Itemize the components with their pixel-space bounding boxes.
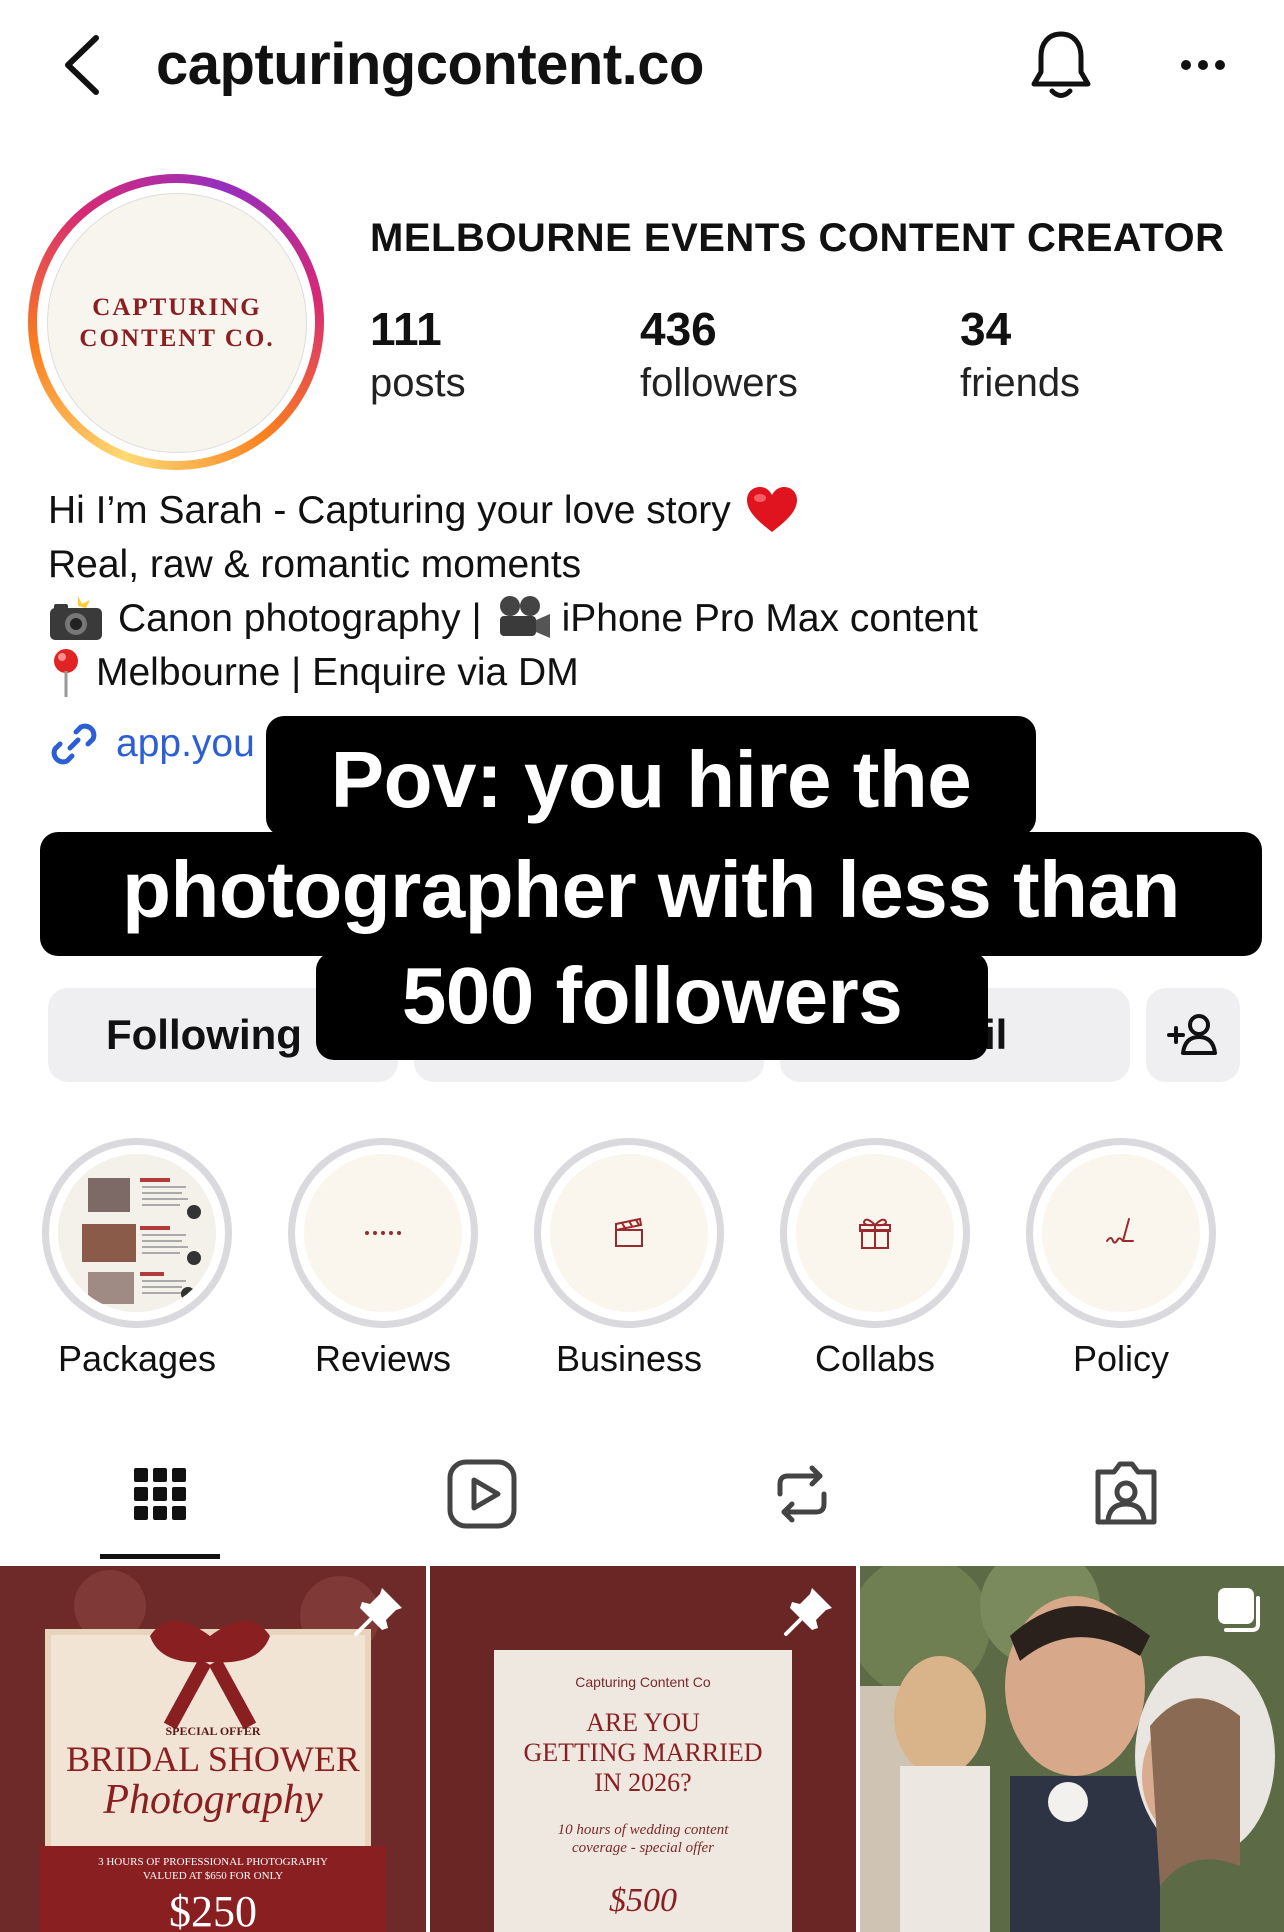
caption-line2: photographer with less than [122,845,1180,934]
profile-username: capturingcontent.co [156,32,704,97]
highlight-reviews[interactable]: Reviews [288,1138,478,1379]
pin-icon [784,1588,832,1636]
packages-collage [58,1154,216,1312]
posts-count[interactable]: 111 posts [370,300,466,408]
add-friend-button[interactable] [1146,988,1240,1082]
movie-camera-icon [499,596,550,638]
camera-flash-icon [50,596,102,640]
bio-line: Canon photography | [118,597,482,640]
post-title-line2: GETTING MARRIED [523,1738,763,1767]
bio-line: iPhone Pro Max content [561,597,978,640]
highlight-packages[interactable]: Packages [42,1138,232,1379]
more-options-icon[interactable] [1178,50,1228,80]
pin-icon [54,649,78,697]
post-script-title: Photography [103,1777,323,1823]
post-kicker: SPECIAL OFFER [165,1724,261,1738]
active-tab-indicator [100,1554,220,1559]
stat-label: friends [960,361,1081,405]
back-arrow-icon[interactable] [58,30,108,100]
caption-line1: Pov: you hire the [330,735,972,824]
stat-label: followers [640,361,798,405]
highlight-label: Policy [1072,1338,1170,1379]
post-details-line2: VALUED AT $650 FOR ONLY [142,1870,284,1882]
stat-value: 111 [370,303,442,355]
dots-icon [365,1231,401,1235]
post-getting-married[interactable]: Capturing Content Co ARE YOU GETTING MAR… [430,1566,856,1932]
post-title: BRIDAL SHOWER [66,1739,360,1779]
pin-icon [354,1588,402,1636]
highlight-label: Reviews [314,1338,452,1379]
post-wedding-photo[interactable] [860,1566,1284,1932]
post-title-line3: IN 2026? [594,1768,692,1797]
followers-count[interactable]: 436 followers [640,300,798,408]
carousel-icon [1218,1588,1260,1632]
highlight-policy[interactable]: Policy [1026,1138,1216,1379]
highlight-label: Business [555,1338,703,1379]
stat-value: 436 [640,303,717,355]
post-price: $250 [169,1887,257,1932]
highlight-business[interactable]: Business [534,1138,724,1379]
highlight-label: Collabs [814,1338,936,1379]
red-heart-icon [746,487,797,532]
bio-line: Hi I’m Sarah - Capturing your love story [48,489,731,532]
stat-label: posts [370,361,466,405]
link-icon [51,723,97,765]
avatar[interactable]: CAPTURING CONTENT CO. [28,174,324,470]
post-price: $500 [609,1882,677,1919]
reposts-icon[interactable] [766,1458,838,1530]
following-label: Following [106,1011,302,1058]
add-person-icon [1167,1014,1217,1055]
profile-category: MELBOURNE EVENTS CONTENT CREATOR [370,216,1225,260]
clapperboard-icon [615,1217,643,1247]
friends-count[interactable]: 34 friends [960,300,1080,408]
bell-icon[interactable] [1028,28,1094,102]
bio-link[interactable]: app.you [48,718,255,770]
post-title-line1: ARE YOU [586,1708,700,1737]
avatar-text-line2: CONTENT CO. [79,325,275,352]
post-brand: Capturing Content Co [575,1674,711,1690]
tagged-icon[interactable] [1090,1458,1162,1530]
reels-icon[interactable] [446,1458,518,1530]
post-details-line1: 3 HOURS OF PROFESSIONAL PHOTOGRAPHY [98,1856,328,1868]
highlight-collabs[interactable]: Collabs [780,1138,970,1379]
bio-line: Real, raw & romantic moments [48,543,582,586]
caption-line3: 500 followers [401,951,903,1040]
post-sub-line2: coverage - special offer [571,1840,715,1856]
gift-icon [859,1218,891,1249]
post-sub-line1: 10 hours of wedding content [557,1822,729,1838]
highlight-label: Packages [57,1338,217,1379]
profile-bio: Hi I’m Sarah - Capturing your love story… [48,484,978,700]
bio-line: Melbourne | Enquire via DM [96,651,579,694]
signature-icon [1106,1218,1134,1244]
avatar-text-line1: CAPTURING [92,294,262,321]
bio-link-text: app.you [116,722,255,765]
grid-icon[interactable] [124,1458,196,1530]
stat-value: 34 [960,303,1012,355]
post-bridal-shower[interactable]: SPECIAL OFFER BRIDAL SHOWER Photography … [0,1566,426,1932]
